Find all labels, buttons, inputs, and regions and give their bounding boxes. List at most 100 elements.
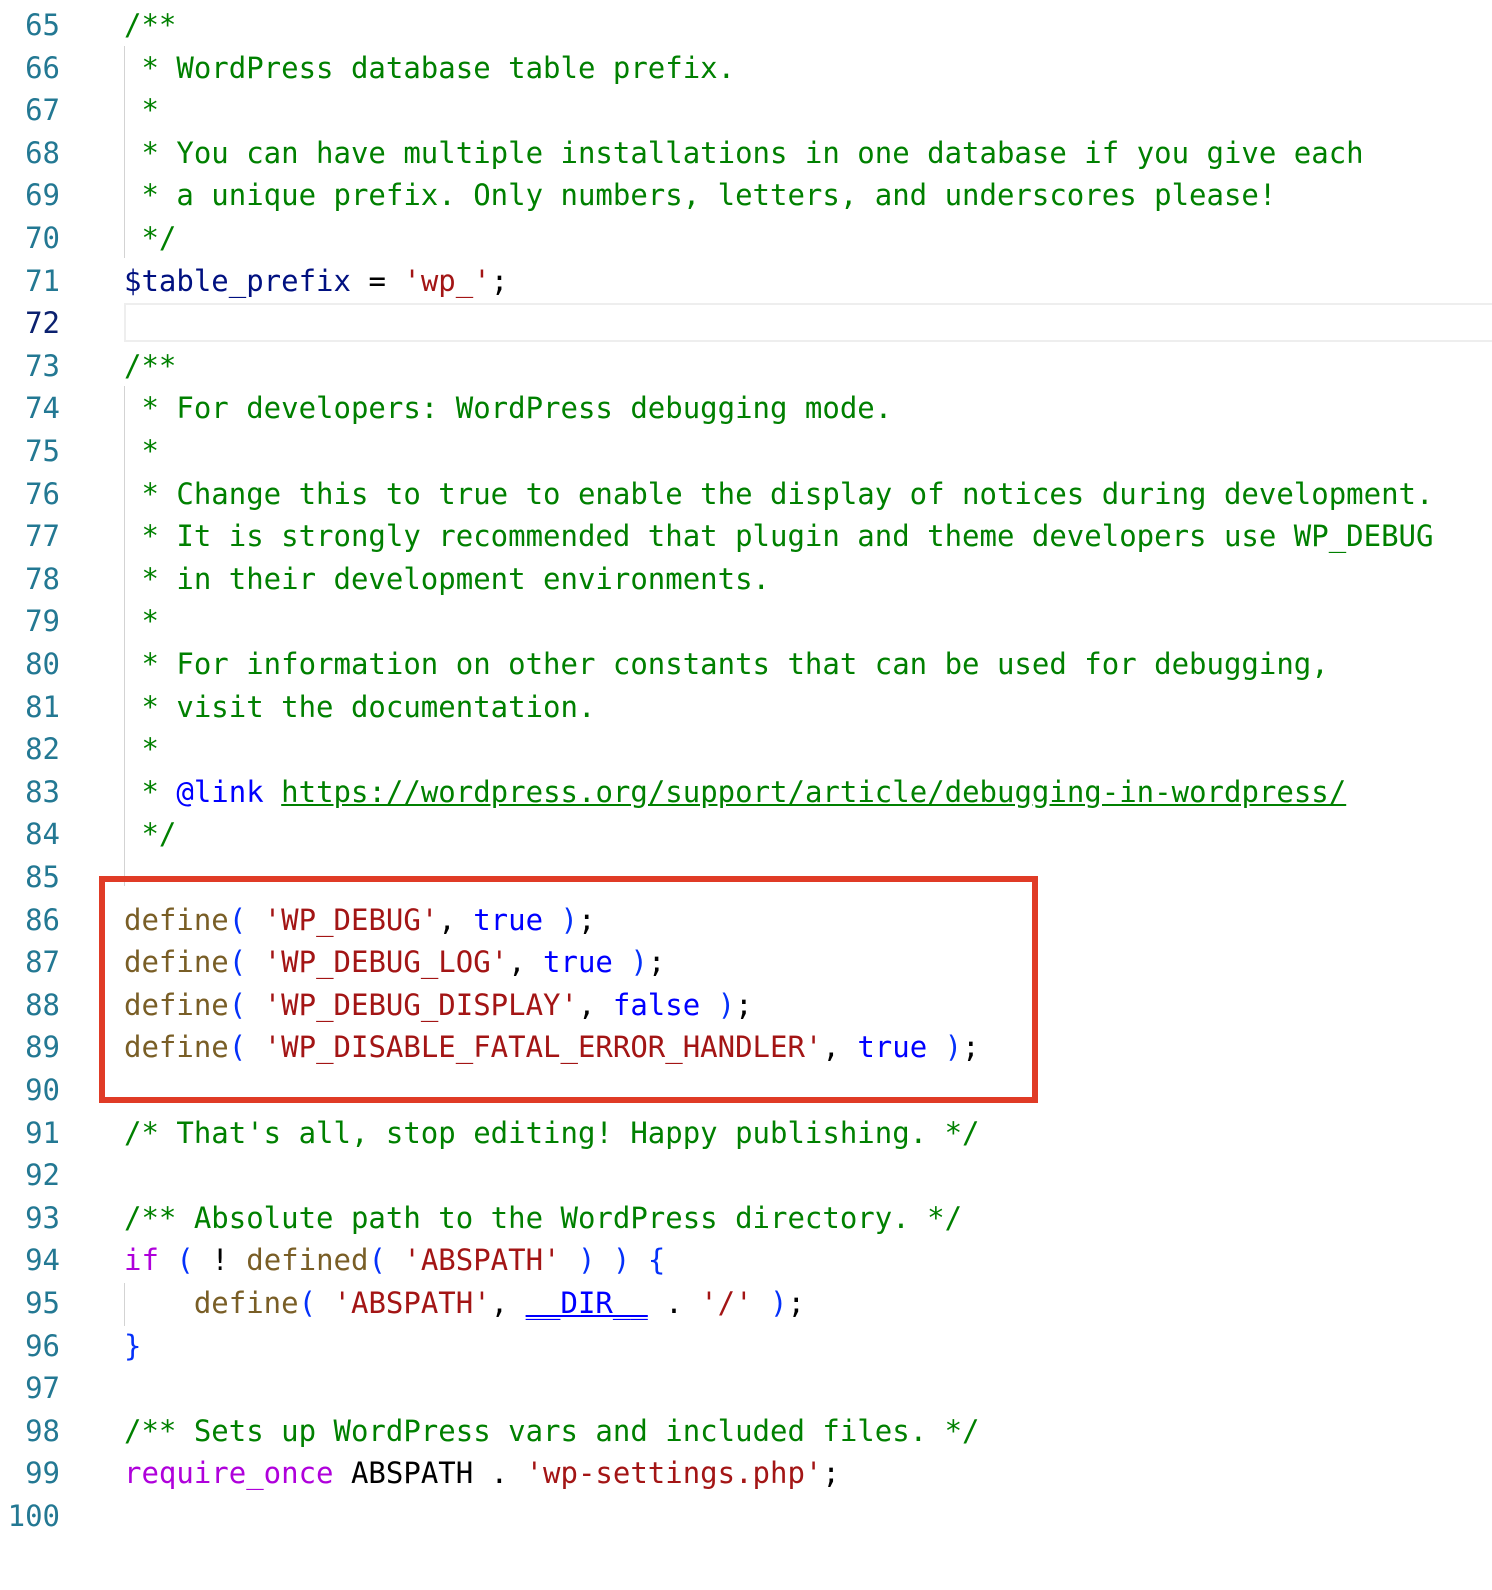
line-code: /** <box>124 4 176 47</box>
code-token: * <box>124 774 177 809</box>
line-number: 72 <box>25 306 60 341</box>
line-number: 96 <box>25 1328 60 1363</box>
line-code: /** Sets up WordPress vars and included … <box>124 1410 980 1453</box>
code-line[interactable]: 72 <box>0 302 1492 345</box>
code-token: if <box>124 1243 159 1278</box>
line-number: 70 <box>25 221 60 255</box>
code-line[interactable]: 93 /** Absolute path to the WordPress dir… <box>0 1197 1492 1240</box>
code-token: /** Absolute path to the WordPress direc… <box>124 1200 963 1235</box>
code-token: */ <box>124 817 177 852</box>
code-line[interactable]: 66 * WordPress database table prefix. <box>0 47 1492 90</box>
code-line[interactable]: 91 /* That's all, stop editing! Happy pub… <box>0 1112 1492 1155</box>
doc-link[interactable]: https://wordpress.org/support/article/de… <box>281 775 1346 809</box>
line-number: 85 <box>25 860 60 894</box>
code-token: , <box>490 1286 526 1320</box>
code-token: /** <box>124 8 177 42</box>
code-token: /* That's all, stop editing! Happy publi… <box>124 1115 980 1150</box>
code-token: ABSPATH . <box>333 1456 526 1491</box>
code-line[interactable]: 70 */ <box>0 217 1492 260</box>
code-token: 'ABSPATH' <box>333 1286 491 1320</box>
line-code: * in their development environments. <box>124 558 770 601</box>
code-line[interactable]: 79 * <box>0 600 1492 643</box>
line-number: 77 <box>25 519 60 554</box>
code-token: @link <box>176 774 264 809</box>
line-code: * <box>124 430 159 473</box>
code-line[interactable]: 80 * For information on other constants … <box>0 643 1492 686</box>
line-code: require_once ABSPATH . 'wp-settings.php'… <box>124 1452 840 1495</box>
code-line[interactable]: 84 */ <box>0 813 1492 856</box>
line-code: * It is strongly recommended that plugin… <box>124 515 1433 558</box>
code-line[interactable]: 77 * It is strongly recommended that plu… <box>0 515 1492 558</box>
code-token: * It is strongly recommended that plugin… <box>124 519 1434 554</box>
code-token: * WordPress database table prefix. <box>124 50 736 85</box>
code-token: * You can have multiple installations in… <box>124 135 1364 170</box>
code-token: * <box>124 434 159 468</box>
code-line[interactable]: 73 /** <box>0 345 1492 388</box>
code-line[interactable]: 98 /** Sets up WordPress vars and include… <box>0 1410 1492 1453</box>
line-code: if ( ! defined( 'ABSPATH' ) ) { <box>124 1239 665 1282</box>
line-number: 86 <box>25 902 60 937</box>
line-number: 80 <box>25 647 60 681</box>
line-code: * For information on other constants tha… <box>124 643 1329 686</box>
code-token: * For information on other constants tha… <box>124 647 1329 681</box>
code-token: * <box>124 93 159 128</box>
code-token: 'wp-settings.php' <box>525 1456 823 1491</box>
code-line[interactable]: 74 * For developers: WordPress debugging… <box>0 387 1492 430</box>
code-token: ) ) { <box>560 1243 666 1278</box>
code-line[interactable]: 81 * visit the documentation. <box>0 686 1492 729</box>
line-code: * visit the documentation. <box>124 686 595 729</box>
code-token: * visit the documentation. <box>124 689 596 724</box>
line-number: 67 <box>25 93 60 128</box>
code-line[interactable]: 71 $table_prefix = 'wp_'; <box>0 260 1492 303</box>
code-token: defined <box>246 1243 369 1278</box>
code-token: ( <box>298 1286 334 1320</box>
code-line[interactable]: 99 require_once ABSPATH . 'wp-settings.ph… <box>0 1452 1492 1495</box>
line-code: * For developers: WordPress debugging mo… <box>124 387 892 430</box>
line-number: 79 <box>25 604 60 639</box>
code-token: * Change this to true to enable the disp… <box>124 476 1434 511</box>
code-token: ; <box>822 1456 840 1491</box>
code-line[interactable]: 67 * <box>0 89 1492 132</box>
line-number: 84 <box>25 817 60 852</box>
line-number: 98 <box>25 1413 60 1448</box>
line-code: define( 'ABSPATH', __DIR__ . '/' ); <box>124 1282 805 1325</box>
code-line[interactable]: 96} <box>0 1325 1492 1368</box>
code-line[interactable]: 75 * <box>0 430 1492 473</box>
code-line[interactable]: 97 <box>0 1367 1492 1410</box>
code-token: require_once <box>124 1456 334 1491</box>
code-line[interactable]: 95 define( 'ABSPATH', __DIR__ . '/' ); <box>0 1282 1492 1325</box>
code-token: ( <box>158 1243 212 1278</box>
code-token: ; <box>787 1286 805 1320</box>
line-number: 82 <box>25 732 60 767</box>
code-token: * For developers: WordPress debugging mo… <box>124 391 893 426</box>
code-editor[interactable]: 65 /** 66 * WordPress database table prefi… <box>0 0 1492 1590</box>
line-number: 94 <box>25 1243 60 1278</box>
code-line[interactable]: 69 * a unique prefix. Only numbers, lett… <box>0 174 1492 217</box>
code-token: ( <box>368 1243 404 1278</box>
line-code: /** Absolute path to the WordPress direc… <box>124 1197 962 1240</box>
code-token: '/' <box>700 1286 753 1320</box>
code-line[interactable]: 65 /** <box>0 4 1492 47</box>
line-number: 66 <box>25 50 60 85</box>
line-code: * WordPress database table prefix. <box>124 47 735 90</box>
code-line[interactable]: 100 <box>0 1495 1492 1538</box>
line-code: * You can have multiple installations in… <box>124 132 1364 175</box>
line-number: 78 <box>25 561 60 596</box>
line-code: */ <box>124 813 176 856</box>
line-code: } <box>124 1325 141 1368</box>
code-line[interactable]: 68 * You can have multiple installations… <box>0 132 1492 175</box>
code-line[interactable]: 94 if ( ! defined( 'ABSPATH' ) ) { <box>0 1239 1492 1282</box>
code-line[interactable]: 82 * <box>0 728 1492 771</box>
line-number: 83 <box>25 774 60 809</box>
code-token: __DIR__ <box>525 1286 648 1320</box>
line-number: 91 <box>25 1115 60 1150</box>
line-number: 100 <box>7 1499 60 1533</box>
code-line[interactable]: 92 <box>0 1154 1492 1197</box>
line-number: 71 <box>25 263 60 298</box>
line-number: 92 <box>25 1158 60 1193</box>
line-number: 69 <box>25 178 60 213</box>
code-line[interactable]: 83 * @link https://wordpress.org/support… <box>0 771 1492 814</box>
code-line[interactable]: 78 * in their development environments. <box>0 558 1492 601</box>
code-line[interactable]: 76 * Change this to true to enable the d… <box>0 473 1492 516</box>
